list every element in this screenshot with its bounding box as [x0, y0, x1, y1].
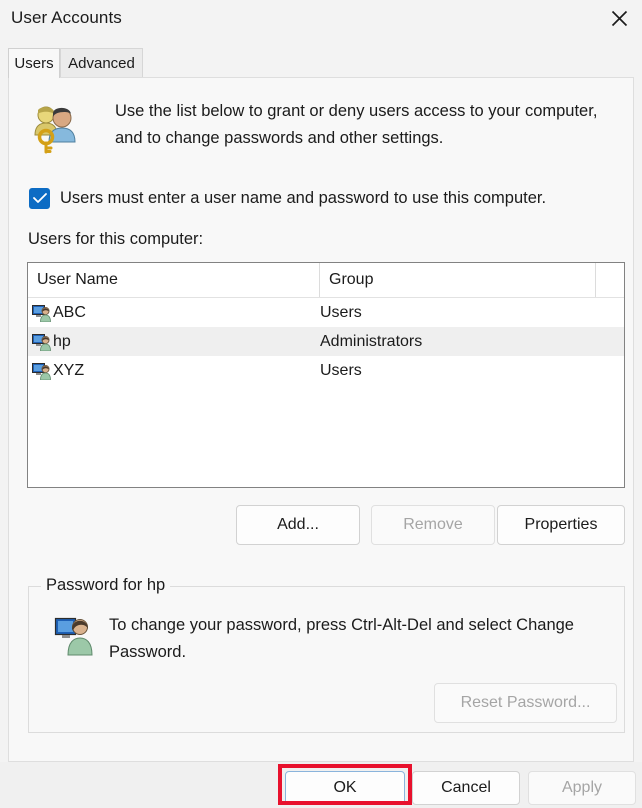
row-user-name: XYZ: [32, 362, 84, 380]
column-header-group-label: Group: [329, 271, 374, 288]
user-account-icon: [32, 362, 51, 380]
table-row[interactable]: ABC Users: [28, 298, 624, 327]
title-bar: User Accounts: [0, 0, 642, 40]
row-group: Administrators: [320, 332, 423, 350]
properties-button[interactable]: Properties: [497, 505, 625, 545]
table-row[interactable]: hp Administrators: [28, 327, 624, 356]
tab-strip: Users Advanced: [0, 48, 642, 78]
row-user-name: hp: [32, 333, 71, 351]
close-button[interactable]: [596, 0, 642, 36]
users-tab-panel: Use the list below to grant or deny user…: [8, 77, 634, 762]
password-group-title: Password for hp: [41, 576, 171, 595]
column-header-group[interactable]: Group: [320, 263, 596, 297]
description-text: Use the list below to grant or deny user…: [115, 102, 598, 147]
row-user-name-label: hp: [53, 332, 71, 350]
tab-advanced[interactable]: Advanced: [60, 48, 143, 77]
tab-advanced-label: Advanced: [68, 54, 135, 72]
column-header-user-name[interactable]: User Name: [28, 263, 320, 297]
row-user-name-label: ABC: [53, 303, 86, 321]
ok-button[interactable]: OK: [285, 771, 405, 805]
table-row[interactable]: XYZ Users: [28, 356, 624, 385]
column-header-user-name-label: User Name: [37, 271, 118, 288]
close-icon: [611, 10, 628, 27]
add-button[interactable]: Add...: [236, 505, 360, 545]
require-credentials-checkbox[interactable]: Users must enter a user name and passwor…: [29, 188, 546, 209]
row-user-name: ABC: [32, 304, 86, 322]
users-list[interactable]: User Name Group ABC Users hp Administrat…: [27, 262, 625, 488]
remove-button[interactable]: Remove: [371, 505, 495, 545]
checkbox-label: Users must enter a user name and passwor…: [60, 189, 547, 207]
cancel-button[interactable]: Cancel: [412, 771, 520, 805]
users-key-icon: [29, 102, 83, 154]
reset-password-button[interactable]: Reset Password...: [434, 683, 617, 723]
tab-users[interactable]: Users: [8, 48, 60, 78]
user-password-icon: [54, 614, 96, 656]
window-title: User Accounts: [11, 8, 122, 27]
apply-button[interactable]: Apply: [528, 771, 636, 805]
password-group-box: Password for hp To change your password,…: [28, 576, 625, 733]
password-group-text: To change your password, press Ctrl-Alt-…: [109, 616, 574, 661]
user-account-icon: [32, 304, 51, 322]
list-label: Users for this computer:: [28, 230, 204, 248]
checkbox-box: [29, 188, 50, 209]
row-group: Users: [320, 361, 362, 379]
user-accounts-dialog: User Accounts Users Advanced Use the lis…: [0, 0, 642, 808]
tab-users-label: Users: [14, 55, 54, 72]
column-header-blank[interactable]: [596, 263, 624, 297]
list-header: User Name Group: [28, 263, 624, 298]
user-account-icon: [32, 333, 51, 351]
row-user-name-label: XYZ: [53, 361, 85, 379]
row-group: Users: [320, 303, 362, 321]
checkmark-icon: [32, 193, 47, 203]
